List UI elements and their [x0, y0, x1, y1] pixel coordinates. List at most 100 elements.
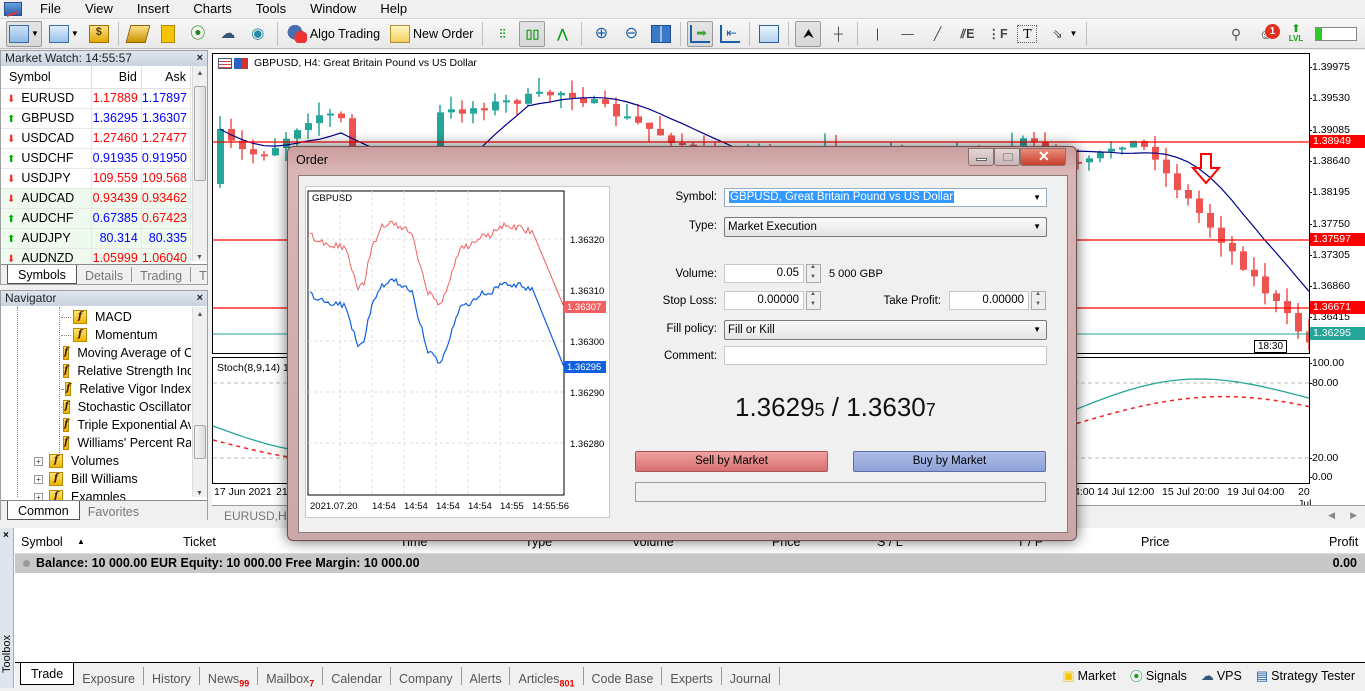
search-button[interactable]: ⚲: [1223, 21, 1249, 47]
trade-column-header[interactable]: Price: [1141, 535, 1169, 549]
toolbox-tab-history[interactable]: History: [144, 667, 200, 686]
menu-insert[interactable]: Insert: [125, 0, 182, 17]
toolbox-tab-articles[interactable]: Articles801: [510, 667, 584, 689]
scroll-thumb[interactable]: [194, 86, 206, 181]
new-chart-button[interactable]: ▼: [6, 20, 42, 47]
scroll-up-icon[interactable]: ▲: [193, 307, 207, 321]
line-chart-button[interactable]: ⋀: [549, 21, 575, 47]
type-select[interactable]: Market Execution ▼: [724, 217, 1047, 237]
navigator-indicator[interactable]: f Relative Strength Index: [61, 362, 191, 380]
chart-shift-button[interactable]: ⇤: [717, 21, 743, 47]
toolbox-tab-exposure[interactable]: Exposure: [74, 667, 145, 686]
toolbox-tab-calendar[interactable]: Calendar: [323, 667, 392, 686]
market-watch-row[interactable]: ⬇ USDJPY 109.559 109.568: [1, 168, 192, 189]
horizontal-line-button[interactable]: —: [894, 21, 920, 47]
navigator-indicator[interactable]: f Williams' Percent Range: [61, 434, 191, 452]
trendline-button[interactable]: ╱: [924, 21, 950, 47]
expand-icon[interactable]: +: [34, 456, 43, 466]
close-icon[interactable]: ×: [3, 530, 9, 541]
column-ask[interactable]: Ask: [141, 66, 192, 89]
new-order-button[interactable]: New Order: [387, 21, 476, 47]
account-button[interactable]: ☺1: [1253, 21, 1280, 47]
chart-list-icon[interactable]: [218, 57, 232, 69]
menu-view[interactable]: View: [73, 0, 125, 17]
scroll-thumb[interactable]: [194, 425, 206, 459]
symbol-select[interactable]: GBPUSD, Great Britain Pound vs US Dollar…: [724, 188, 1047, 207]
toolbox-tab-code-base[interactable]: Code Base: [584, 667, 663, 686]
community-button[interactable]: ◉: [245, 21, 271, 47]
comment-input[interactable]: [724, 346, 1047, 365]
chart-trade-icon[interactable]: [234, 57, 248, 69]
expand-icon[interactable]: +: [34, 474, 43, 484]
stop-loss-stepper[interactable]: [806, 291, 821, 310]
fibonacci-button[interactable]: ⋮F: [984, 21, 1010, 47]
tab-symbols[interactable]: Symbols: [7, 265, 77, 284]
scroll-right-icon[interactable]: ▶: [1350, 510, 1357, 521]
maximize-button[interactable]: [994, 148, 1020, 166]
toolbox-tab-journal[interactable]: Journal: [722, 667, 780, 686]
menu-help[interactable]: Help: [368, 0, 419, 17]
vps-button[interactable]: ☁: [215, 21, 241, 47]
bar-chart-button[interactable]: ⫶⫶: [489, 21, 515, 47]
navigator-indicator[interactable]: f Momentum: [61, 326, 191, 344]
tile-windows-button[interactable]: [648, 21, 674, 47]
market-watch-row[interactable]: ⬆ AUDCHF 0.67385 0.67423: [1, 208, 192, 229]
tab-favorites[interactable]: Favorites: [80, 503, 147, 519]
link-vps[interactable]: ☁ VPS: [1201, 663, 1242, 688]
toolbox-tab-news[interactable]: News99: [200, 667, 259, 689]
balance-row[interactable]: Balance: 10 000.00 EUR Equity: 10 000.00…: [15, 554, 1365, 573]
link-strategy-tester[interactable]: ▤ Strategy Tester: [1256, 663, 1355, 688]
tab-common[interactable]: Common: [7, 501, 80, 520]
take-profit-input[interactable]: 0.00000: [949, 291, 1029, 310]
market-watch-row[interactable]: ⬆ GBPUSD 1.36295 1.36307: [1, 108, 192, 129]
column-bid[interactable]: Bid: [91, 66, 142, 89]
arrows-button[interactable]: ⇘ ▼: [1044, 21, 1080, 47]
market-watch-row[interactable]: ⬆ AUDJPY 80.314 80.335: [1, 228, 192, 249]
link-market[interactable]: ▣ Market: [1062, 663, 1116, 688]
link-signals[interactable]: ⦿ Signals: [1130, 663, 1187, 688]
candlestick-button[interactable]: ▯▯: [519, 20, 546, 47]
volume-input[interactable]: 0.05: [724, 264, 804, 283]
templates-button[interactable]: [756, 21, 782, 47]
cursor-button[interactable]: ⮝: [795, 20, 822, 47]
market-watch-toggle[interactable]: $: [86, 21, 112, 47]
minimize-button[interactable]: [968, 148, 994, 166]
navigator-indicator[interactable]: f Relative Vigor Index: [61, 380, 191, 398]
navigator-indicator[interactable]: f MACD: [61, 308, 191, 326]
toolbox-tab-experts[interactable]: Experts: [662, 667, 722, 686]
navigator-indicator[interactable]: f Triple Exponential Average: [61, 416, 191, 434]
scroll-left-icon[interactable]: ◀: [1328, 510, 1335, 521]
market-watch-scrollbar[interactable]: ▲ ▼: [192, 66, 207, 261]
zoom-out-button[interactable]: ⊖: [618, 21, 644, 47]
crosshair-button[interactable]: ┼: [825, 21, 851, 47]
toolbox-tab-company[interactable]: Company: [391, 667, 462, 686]
scroll-down-icon[interactable]: ▼: [193, 254, 206, 261]
menu-file[interactable]: File: [28, 0, 73, 17]
navigator-indicator[interactable]: f Stochastic Oscillator: [61, 398, 191, 416]
tab-details[interactable]: Details: [77, 267, 133, 283]
navigator-indicator[interactable]: f Moving Average of Oscillator: [61, 344, 191, 362]
market-watch-row[interactable]: ⬇ USDCAD 1.27460 1.27477: [1, 128, 192, 149]
close-button[interactable]: ✕: [1020, 148, 1066, 166]
sell-by-market-button[interactable]: Sell by Market: [635, 451, 828, 472]
scroll-down-icon[interactable]: ▼: [193, 490, 206, 497]
price-axis[interactable]: 1.39975 1.39530 1.39085 1.38640 1.38195 1.377…: [1308, 50, 1365, 520]
auto-scroll-button[interactable]: ➡: [687, 20, 714, 47]
menu-window[interactable]: Window: [298, 0, 368, 17]
buy-by-market-button[interactable]: Buy by Market: [853, 451, 1046, 472]
close-icon[interactable]: ×: [197, 291, 203, 306]
menu-charts[interactable]: Charts: [181, 0, 243, 17]
algo-trading-button[interactable]: Algo Trading: [284, 21, 383, 47]
level-button[interactable]: ⬆ LVL: [1283, 21, 1309, 47]
vertical-line-button[interactable]: |: [864, 21, 890, 47]
signals-button[interactable]: ⦿: [185, 21, 211, 47]
zoom-in-button[interactable]: ⊕: [588, 21, 614, 47]
tab-trading[interactable]: Trading: [132, 267, 192, 283]
data-window-button[interactable]: [125, 21, 151, 47]
market-watch-row[interactable]: ⬆ USDCHF 0.91935 0.91950: [1, 148, 192, 169]
navigator-group[interactable]: + f Volumes: [34, 452, 189, 470]
scroll-up-icon[interactable]: ▲: [193, 66, 207, 80]
close-icon[interactable]: ×: [197, 51, 203, 66]
fill-policy-select[interactable]: Fill or Kill ▼: [724, 320, 1047, 340]
take-profit-stepper[interactable]: [1031, 291, 1046, 310]
